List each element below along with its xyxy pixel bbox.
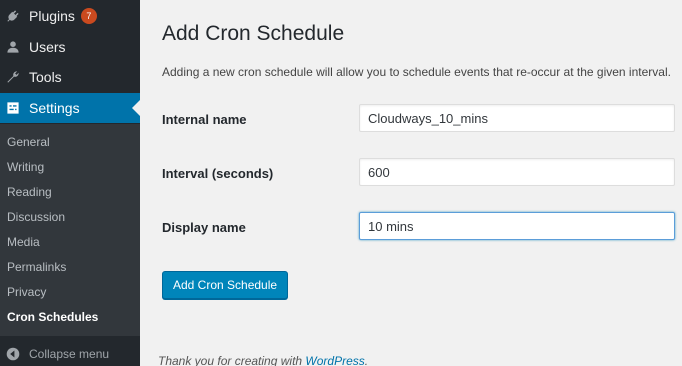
- settings-icon: [6, 101, 20, 115]
- users-icon: [6, 40, 20, 54]
- add-cron-schedule-button[interactable]: Add Cron Schedule: [162, 271, 289, 299]
- footer-period: .: [364, 354, 369, 366]
- submenu-item-media[interactable]: Media: [7, 232, 40, 252]
- page-description: Adding a new cron schedule will allow yo…: [162, 65, 671, 79]
- interval-input[interactable]: [359, 158, 675, 186]
- active-menu-arrow: [132, 100, 140, 116]
- submenu-item-cron-schedules[interactable]: Cron Schedules: [7, 307, 98, 327]
- internal-name-label: Internal name: [162, 112, 247, 127]
- sidebar-item-label: Settings: [29, 100, 80, 116]
- wordpress-link[interactable]: WordPress: [305, 354, 364, 366]
- sidebar-item-tools[interactable]: Tools: [0, 62, 140, 92]
- sidebar-item-plugins[interactable]: Plugins 7: [0, 1, 140, 31]
- admin-sidebar: Plugins 7 Users Tools Settings General W…: [0, 0, 140, 366]
- update-count-badge: 7: [80, 8, 97, 24]
- page-title: Add Cron Schedule: [162, 22, 345, 45]
- collapse-icon: [6, 347, 20, 361]
- submenu-item-discussion[interactable]: Discussion: [7, 207, 65, 227]
- collapse-menu-button[interactable]: Collapse menu: [0, 341, 140, 366]
- submenu-item-reading[interactable]: Reading: [7, 182, 52, 202]
- sidebar-item-users[interactable]: Users: [0, 32, 140, 62]
- footer-thanks: Thank you for creating with: [158, 354, 306, 366]
- main-content: Add Cron Schedule Adding a new cron sche…: [140, 0, 682, 366]
- display-name-input[interactable]: [359, 212, 675, 240]
- interval-label: Interval (seconds): [162, 166, 274, 181]
- submenu-item-permalinks[interactable]: Permalinks: [7, 257, 66, 277]
- sidebar-item-settings[interactable]: Settings: [0, 93, 140, 123]
- tools-icon: [6, 70, 20, 84]
- sidebar-item-label: Plugins: [29, 8, 75, 24]
- sidebar-item-label: Tools: [29, 69, 62, 85]
- submenu-item-general[interactable]: General: [7, 132, 50, 152]
- submenu-item-writing[interactable]: Writing: [7, 157, 44, 177]
- collapse-label: Collapse menu: [29, 346, 110, 361]
- submenu-item-privacy[interactable]: Privacy: [7, 282, 46, 302]
- settings-submenu: General Writing Reading Discussion Media…: [0, 124, 140, 336]
- plugin-icon: [6, 9, 20, 23]
- sidebar-item-label: Users: [29, 39, 66, 55]
- footer-text: Thank you for creating with WordPress.: [158, 354, 368, 366]
- internal-name-input[interactable]: [359, 104, 675, 132]
- display-name-label: Display name: [162, 220, 246, 235]
